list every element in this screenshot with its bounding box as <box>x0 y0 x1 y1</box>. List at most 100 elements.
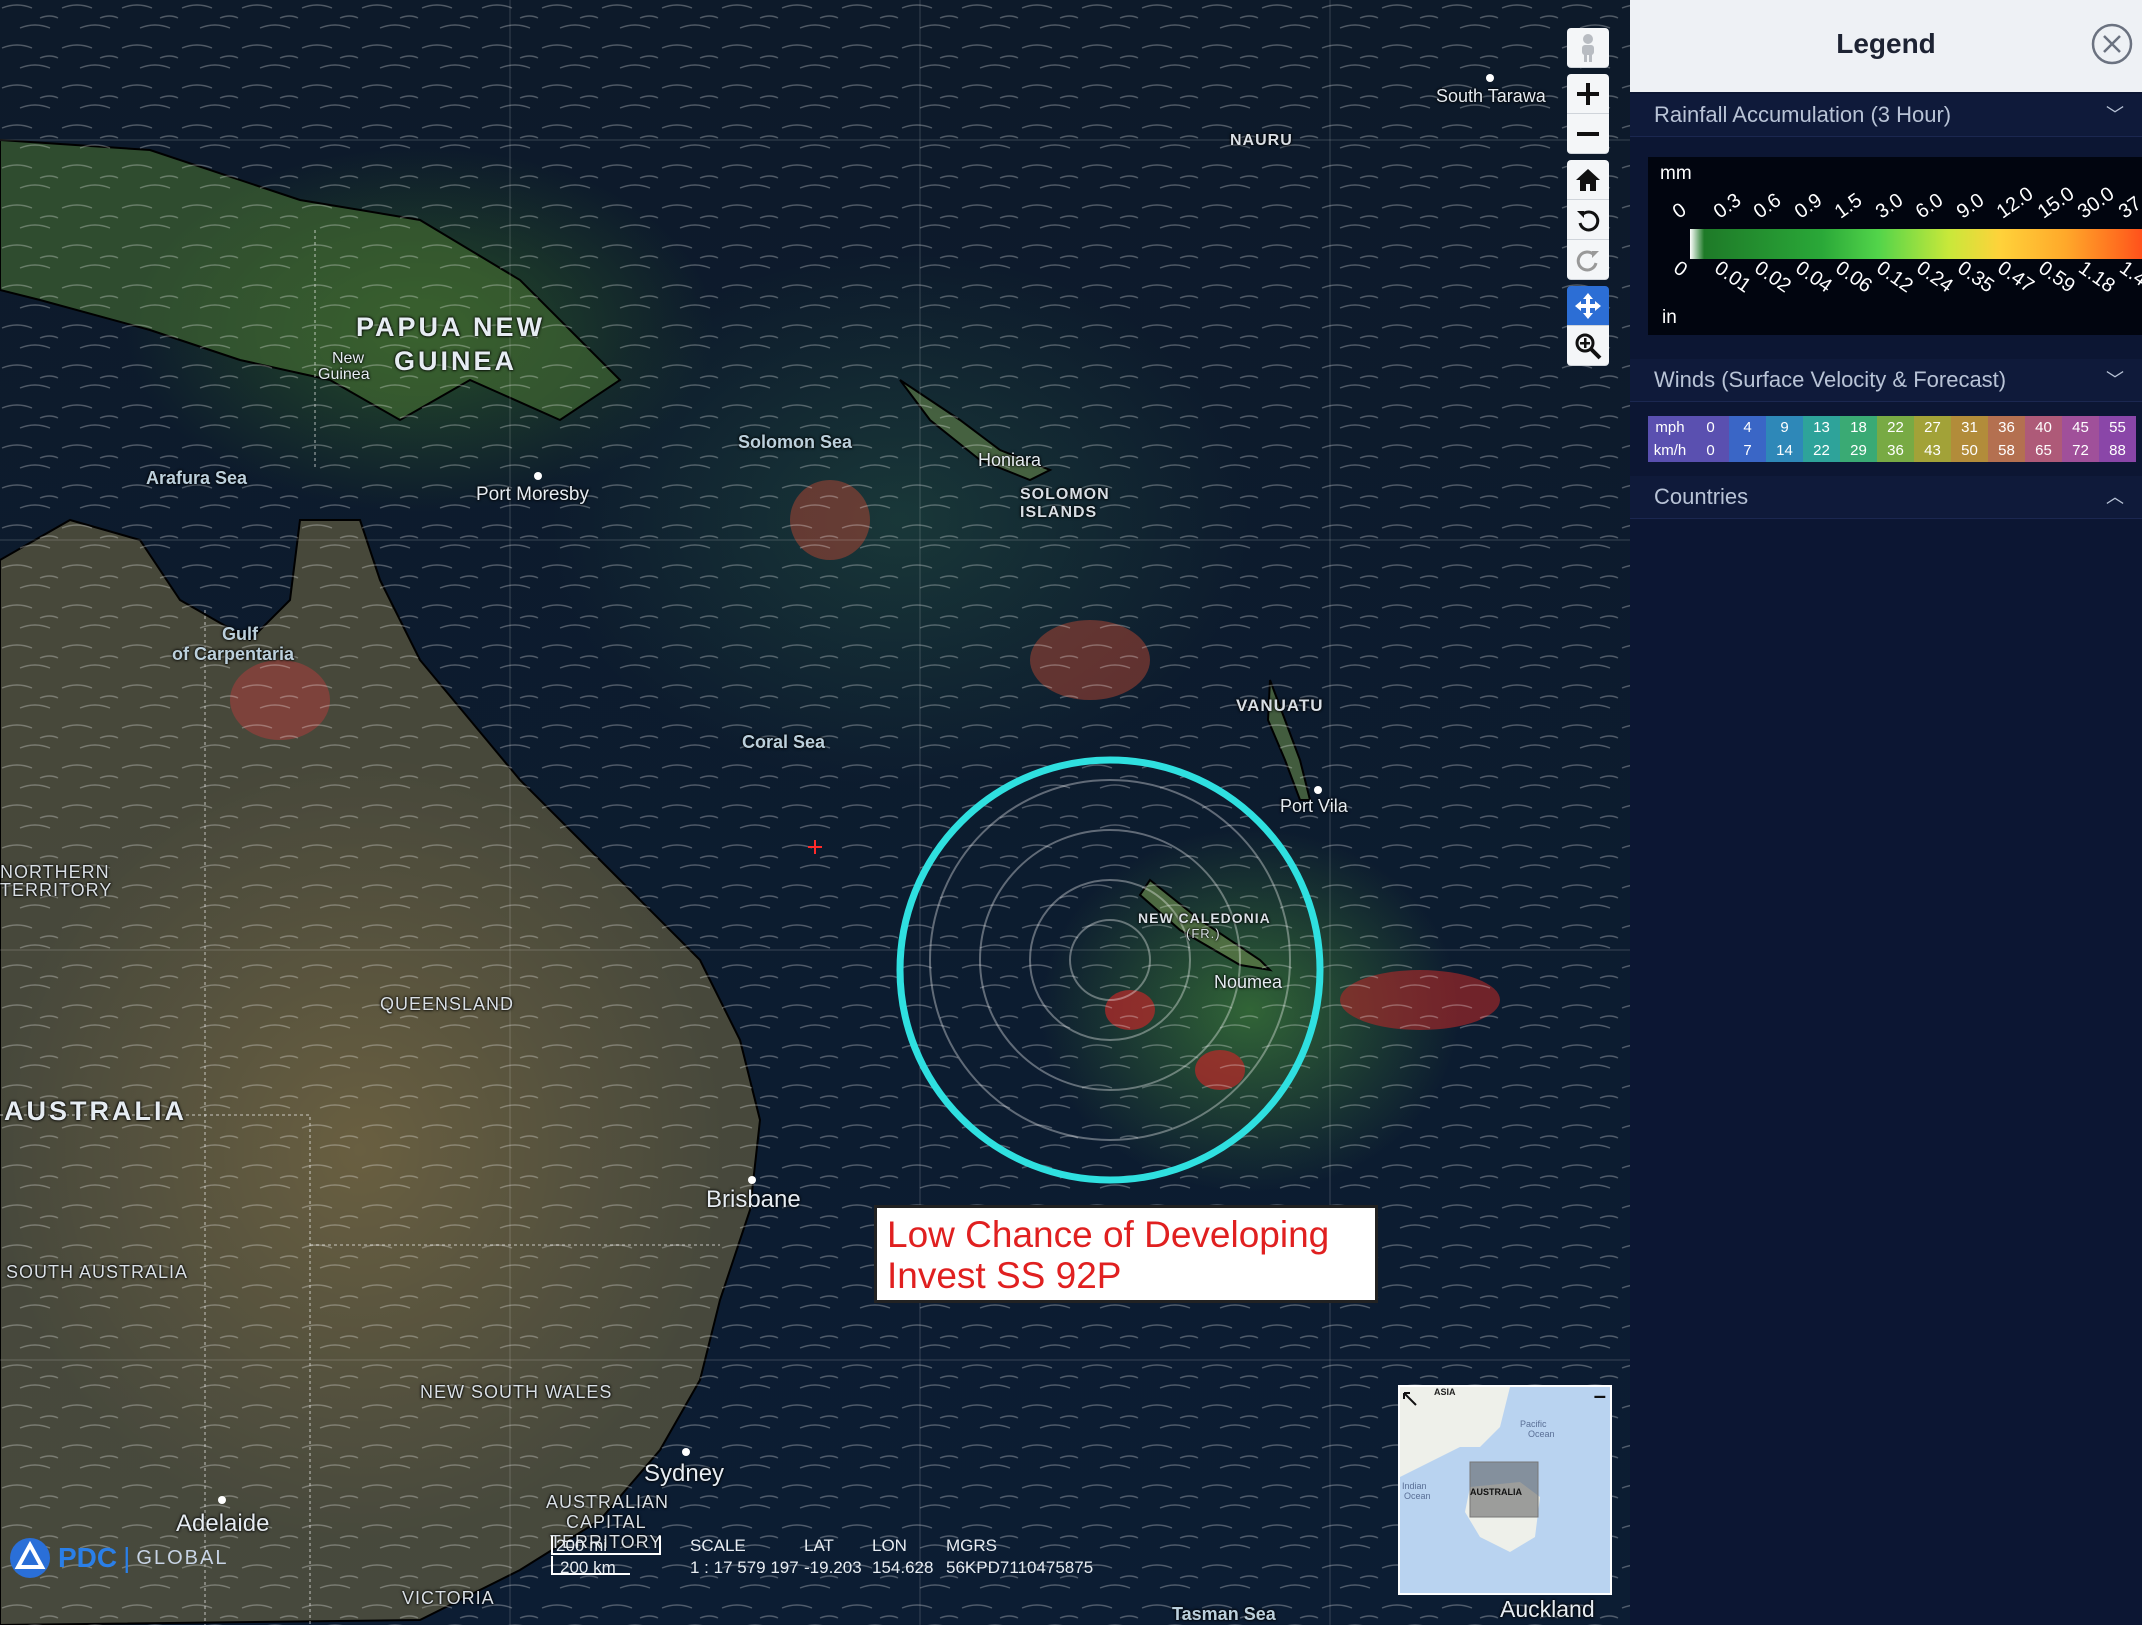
wind-value-cell: 14 <box>1766 439 1803 462</box>
scale-km: 200 km <box>560 1558 616 1577</box>
winds-title: Winds (Surface Velocity & Forecast) <box>1654 367 2007 392</box>
lat-value: -19.203 <box>804 1558 862 1577</box>
wind-value-cell: 22 <box>1877 416 1914 439</box>
overview-label-pacific-2: Ocean <box>1528 1429 1555 1439</box>
chevron-up-icon[interactable]: ︿ <box>2106 476 2124 518</box>
logo-brand: PDC <box>58 1542 118 1573</box>
zoom-out-icon[interactable] <box>1567 114 1609 154</box>
zoom-in-icon[interactable] <box>1567 74 1609 114</box>
label-auckland: Auckland <box>1500 1596 1595 1622</box>
rain-mm-label: 9.0 <box>1952 189 1988 224</box>
rain-mm-label: 12.0 <box>1992 182 2038 224</box>
pan-icon[interactable] <box>1567 286 1609 326</box>
wind-kmh-row: km/h 0 7 14 22 29 36 43 50 58 65 72 88 <box>1648 439 2142 462</box>
chevron-down-icon[interactable]: ﹀ <box>2106 359 2124 401</box>
rainfall-scale: mm in 0 0.3 0.6 0.9 1.5 3.0 6.0 9.0 12.0 15.0 30.0… <box>1648 157 2142 335</box>
label-new-guinea-2: Guinea <box>318 366 370 383</box>
rain-in-label: 0.02 <box>1750 257 1795 298</box>
logo-product: GLOBAL <box>136 1546 229 1569</box>
label-victoria: VICTORIA <box>402 1588 495 1608</box>
zoom-box-icon[interactable] <box>1567 326 1609 366</box>
rainfall-section-header[interactable]: Rainfall Accumulation (3 Hour) ﹀ <box>1630 94 2142 137</box>
wind-value-cell: 4 <box>1729 416 1766 439</box>
rain-color-bar <box>1690 229 2142 259</box>
wind-value-cell: 18 <box>1840 416 1877 439</box>
winds-section-header[interactable]: Winds (Surface Velocity & Forecast) ﹀ <box>1630 359 2142 402</box>
label-png-1: PAPUA NEW <box>356 312 545 342</box>
mgrs-value: 56KPD7110475875 <box>946 1558 1094 1577</box>
rain-unit-mm: mm <box>1660 163 1692 184</box>
label-act-1: AUSTRALIAN <box>546 1492 670 1512</box>
overview-collapse-button[interactable]: – <box>1594 1387 1606 1409</box>
rain-mm-label: 0.3 <box>1709 189 1745 224</box>
label-gulf-1: Gulf <box>222 624 258 644</box>
wind-value-cell: 65 <box>2025 439 2062 462</box>
label-nt-2: TERRITORY <box>0 880 113 900</box>
rain-in-label: 1.18 <box>2074 257 2119 298</box>
label-new-caledonia-1: NEW CALEDONIA <box>1138 910 1271 926</box>
label-new-caledonia-2: (FR.) <box>1186 926 1221 941</box>
map-canvas[interactable]: PAPUA NEW GUINEA AUSTRALIA NAURU VANUATU… <box>0 0 1630 1625</box>
label-png-2: GUINEA <box>394 346 518 376</box>
label-noumea: Noumea <box>1214 972 1283 992</box>
legend-title: Legend <box>1836 28 1936 59</box>
label-honiara: Honiara <box>978 450 1042 470</box>
wind-value-cell: 88 <box>2099 439 2136 462</box>
countries-section-header[interactable]: Countries ︿ <box>1630 476 2142 519</box>
rain-in-label: 0.06 <box>1831 257 1876 298</box>
wind-unit-label: km/h <box>1648 439 1692 462</box>
rain-in-label: 0.12 <box>1871 257 1917 298</box>
wind-value-cell: 0 <box>1692 439 1729 462</box>
countries-title: Countries <box>1654 484 1749 509</box>
label-australia: AUSTRALIA <box>4 1096 187 1126</box>
rain-mm-label: 15.0 <box>2033 182 2078 224</box>
overview-label-indian-1: Indian <box>1402 1481 1427 1491</box>
label-solomon-1: SOLOMON <box>1020 486 1110 503</box>
mgrs-label: MGRS <box>946 1536 997 1555</box>
rotate-ccw-icon[interactable] <box>1567 200 1609 240</box>
pegman-icon[interactable] <box>1567 28 1609 68</box>
close-icon[interactable] <box>2090 22 2134 66</box>
home-icon[interactable] <box>1567 160 1609 200</box>
wind-value-cell: 55 <box>2099 416 2136 439</box>
wind-value-cell: 45 <box>2062 416 2099 439</box>
map-basemap <box>0 0 1630 1625</box>
label-coral-sea: Coral Sea <box>742 732 826 752</box>
scale-label: SCALE <box>690 1536 746 1555</box>
rain-in-label: 0.35 <box>1952 257 1998 298</box>
wind-mph-row: mph 0 4 9 13 18 22 27 31 36 40 45 55 <box>1648 416 2142 439</box>
overview-map[interactable]: ASIA Pacific Ocean Indian Ocean AUSTRALI… <box>1398 1385 1612 1595</box>
lat-label: LAT <box>804 1536 834 1555</box>
wind-value-cell: 7 <box>1729 439 1766 462</box>
chevron-down-icon[interactable]: ﹀ <box>2106 94 2124 136</box>
label-act-2: CAPITAL <box>566 1512 647 1532</box>
rain-in-label: 0.04 <box>1790 257 1836 298</box>
rain-mm-label: 0.9 <box>1790 189 1826 224</box>
rotate-cw-icon[interactable] <box>1567 240 1609 280</box>
wind-value-cell: 29 <box>1840 439 1877 462</box>
label-brisbane: Brisbane <box>706 1186 801 1213</box>
rain-unit-in: in <box>1662 307 1677 328</box>
wind-value-cell: 31 <box>1951 416 1988 439</box>
rainfall-title: Rainfall Accumulation (3 Hour) <box>1654 102 1952 127</box>
legend-header: Legend <box>1630 0 2142 92</box>
lon-value: 154.628 <box>872 1558 934 1577</box>
label-gulf-2: of Carpentaria <box>172 644 295 664</box>
rain-mm-label: 3.0 <box>1871 189 1907 224</box>
label-adelaide: Adelaide <box>176 1510 270 1537</box>
rain-mm-label: 37. <box>2114 189 2142 224</box>
pdc-logo-icon <box>10 1538 50 1578</box>
alert-line-1: Low Chance of Developing <box>887 1214 1330 1255</box>
rain-in-label: 0.47 <box>1993 257 2038 298</box>
wind-value-cell: 22 <box>1803 439 1840 462</box>
legend-panel: Legend Rainfall Accumulation (3 Hour) ﹀ … <box>1630 0 2142 1625</box>
label-arafura-sea: Arafura Sea <box>146 468 248 488</box>
rain-mm-label: 0 <box>1668 198 1691 224</box>
label-port-moresby: Port Moresby <box>476 484 589 505</box>
wind-value-cell: 72 <box>2062 439 2099 462</box>
scale-mi: 200 mi <box>556 1536 608 1555</box>
wind-unit-label: mph <box>1648 416 1692 439</box>
label-vanuatu: VANUATU <box>1236 696 1324 715</box>
rain-in-label: 0.59 <box>2033 257 2079 298</box>
wind-value-cell: 36 <box>1988 416 2025 439</box>
